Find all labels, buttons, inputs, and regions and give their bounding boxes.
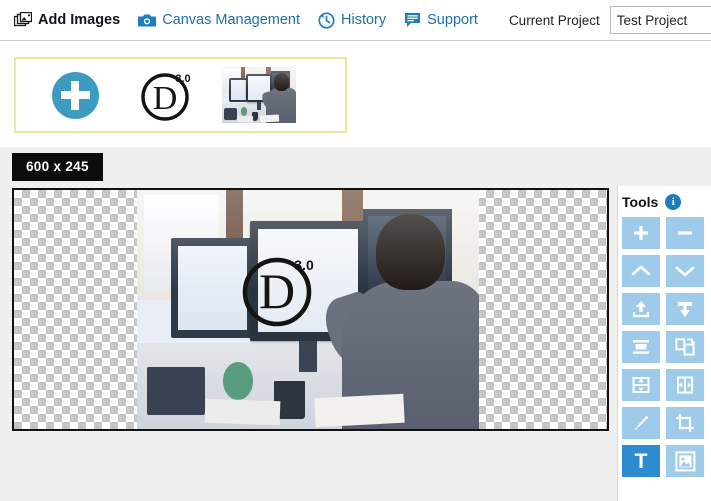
chevron-up-icon: [630, 262, 652, 280]
flip-horizontal-icon: [675, 375, 695, 395]
crop-button[interactable]: [666, 407, 704, 439]
send-backward-button[interactable]: [666, 293, 704, 325]
menu-item-support[interactable]: Support: [395, 0, 487, 40]
image-icon: [675, 451, 696, 472]
thumbnail-strip-area: D 3.0: [0, 41, 711, 147]
svg-text:D: D: [259, 263, 295, 319]
paint-brush-icon: [631, 413, 651, 433]
menu-item-history[interactable]: History: [309, 0, 395, 40]
add-image-thumb[interactable]: [38, 65, 112, 125]
zoom-out-button[interactable]: [666, 217, 704, 249]
copy-rotate-icon: [675, 338, 696, 357]
canvas-placed-image[interactable]: D 3.0: [137, 190, 479, 429]
zoom-in-button[interactable]: [622, 217, 660, 249]
photo-thumb[interactable]: [222, 65, 296, 125]
svg-text:3.0: 3.0: [294, 257, 314, 273]
image-tool-button[interactable]: [666, 445, 704, 477]
flip-vertical-button[interactable]: [622, 369, 660, 401]
chat-bubble-icon: [404, 12, 421, 28]
d-logo-icon: D 3.0: [137, 65, 197, 125]
align-center-icon: [631, 338, 651, 356]
clock-icon: [318, 12, 335, 29]
crop-icon: [675, 413, 695, 433]
flip-vertical-icon: [631, 375, 651, 395]
thumbnail-strip: D 3.0: [14, 57, 347, 133]
logo-thumb[interactable]: D 3.0: [130, 65, 204, 125]
align-button[interactable]: [622, 331, 660, 363]
menu-item-canvas-management[interactable]: Canvas Management: [129, 0, 309, 40]
info-icon[interactable]: i: [665, 194, 681, 210]
camera-icon: [138, 13, 156, 28]
text-tool-button[interactable]: T: [622, 445, 660, 477]
canvas-stage[interactable]: D 3.0: [12, 188, 609, 431]
duplicate-button[interactable]: [666, 331, 704, 363]
tools-panel: Tools i: [617, 186, 711, 501]
bring-forward-button[interactable]: [622, 293, 660, 325]
upload-arrow-icon: [631, 299, 651, 319]
move-down-button[interactable]: [666, 255, 704, 287]
d-logo-watermark[interactable]: D 3.0: [237, 246, 323, 332]
plus-icon: [631, 223, 651, 243]
canvas-size-badge: 600 x 245: [12, 153, 103, 181]
svg-text:3.0: 3.0: [175, 73, 190, 85]
menu-item-add-images[interactable]: Add Images: [0, 0, 129, 40]
plus-circle-icon: [52, 72, 99, 119]
photo-thumb-image: [222, 67, 296, 123]
tools-grid: T: [618, 217, 711, 477]
move-up-button[interactable]: [622, 255, 660, 287]
current-project-area: Current Project: [509, 6, 711, 34]
chevron-down-icon: [674, 262, 696, 280]
menu-item-label: Add Images: [38, 12, 120, 28]
tools-header: Tools i: [618, 186, 711, 217]
menu-item-label: Canvas Management: [162, 12, 300, 28]
tools-title: Tools: [622, 194, 658, 210]
text-icon: T: [635, 451, 648, 472]
menu-item-label: Support: [427, 12, 478, 28]
stacked-images-icon: [14, 12, 32, 29]
top-menu-bar: Add Images Canvas Management History: [0, 0, 711, 41]
image-editor-app: Add Images Canvas Management History: [0, 0, 711, 501]
download-arrow-icon: [675, 299, 695, 319]
flip-horizontal-button[interactable]: [666, 369, 704, 401]
svg-text:D: D: [153, 80, 178, 117]
current-project-input[interactable]: [610, 6, 711, 34]
menu-item-label: History: [341, 12, 386, 28]
brush-button[interactable]: [622, 407, 660, 439]
current-project-label: Current Project: [509, 13, 600, 28]
minus-icon: [675, 223, 695, 243]
